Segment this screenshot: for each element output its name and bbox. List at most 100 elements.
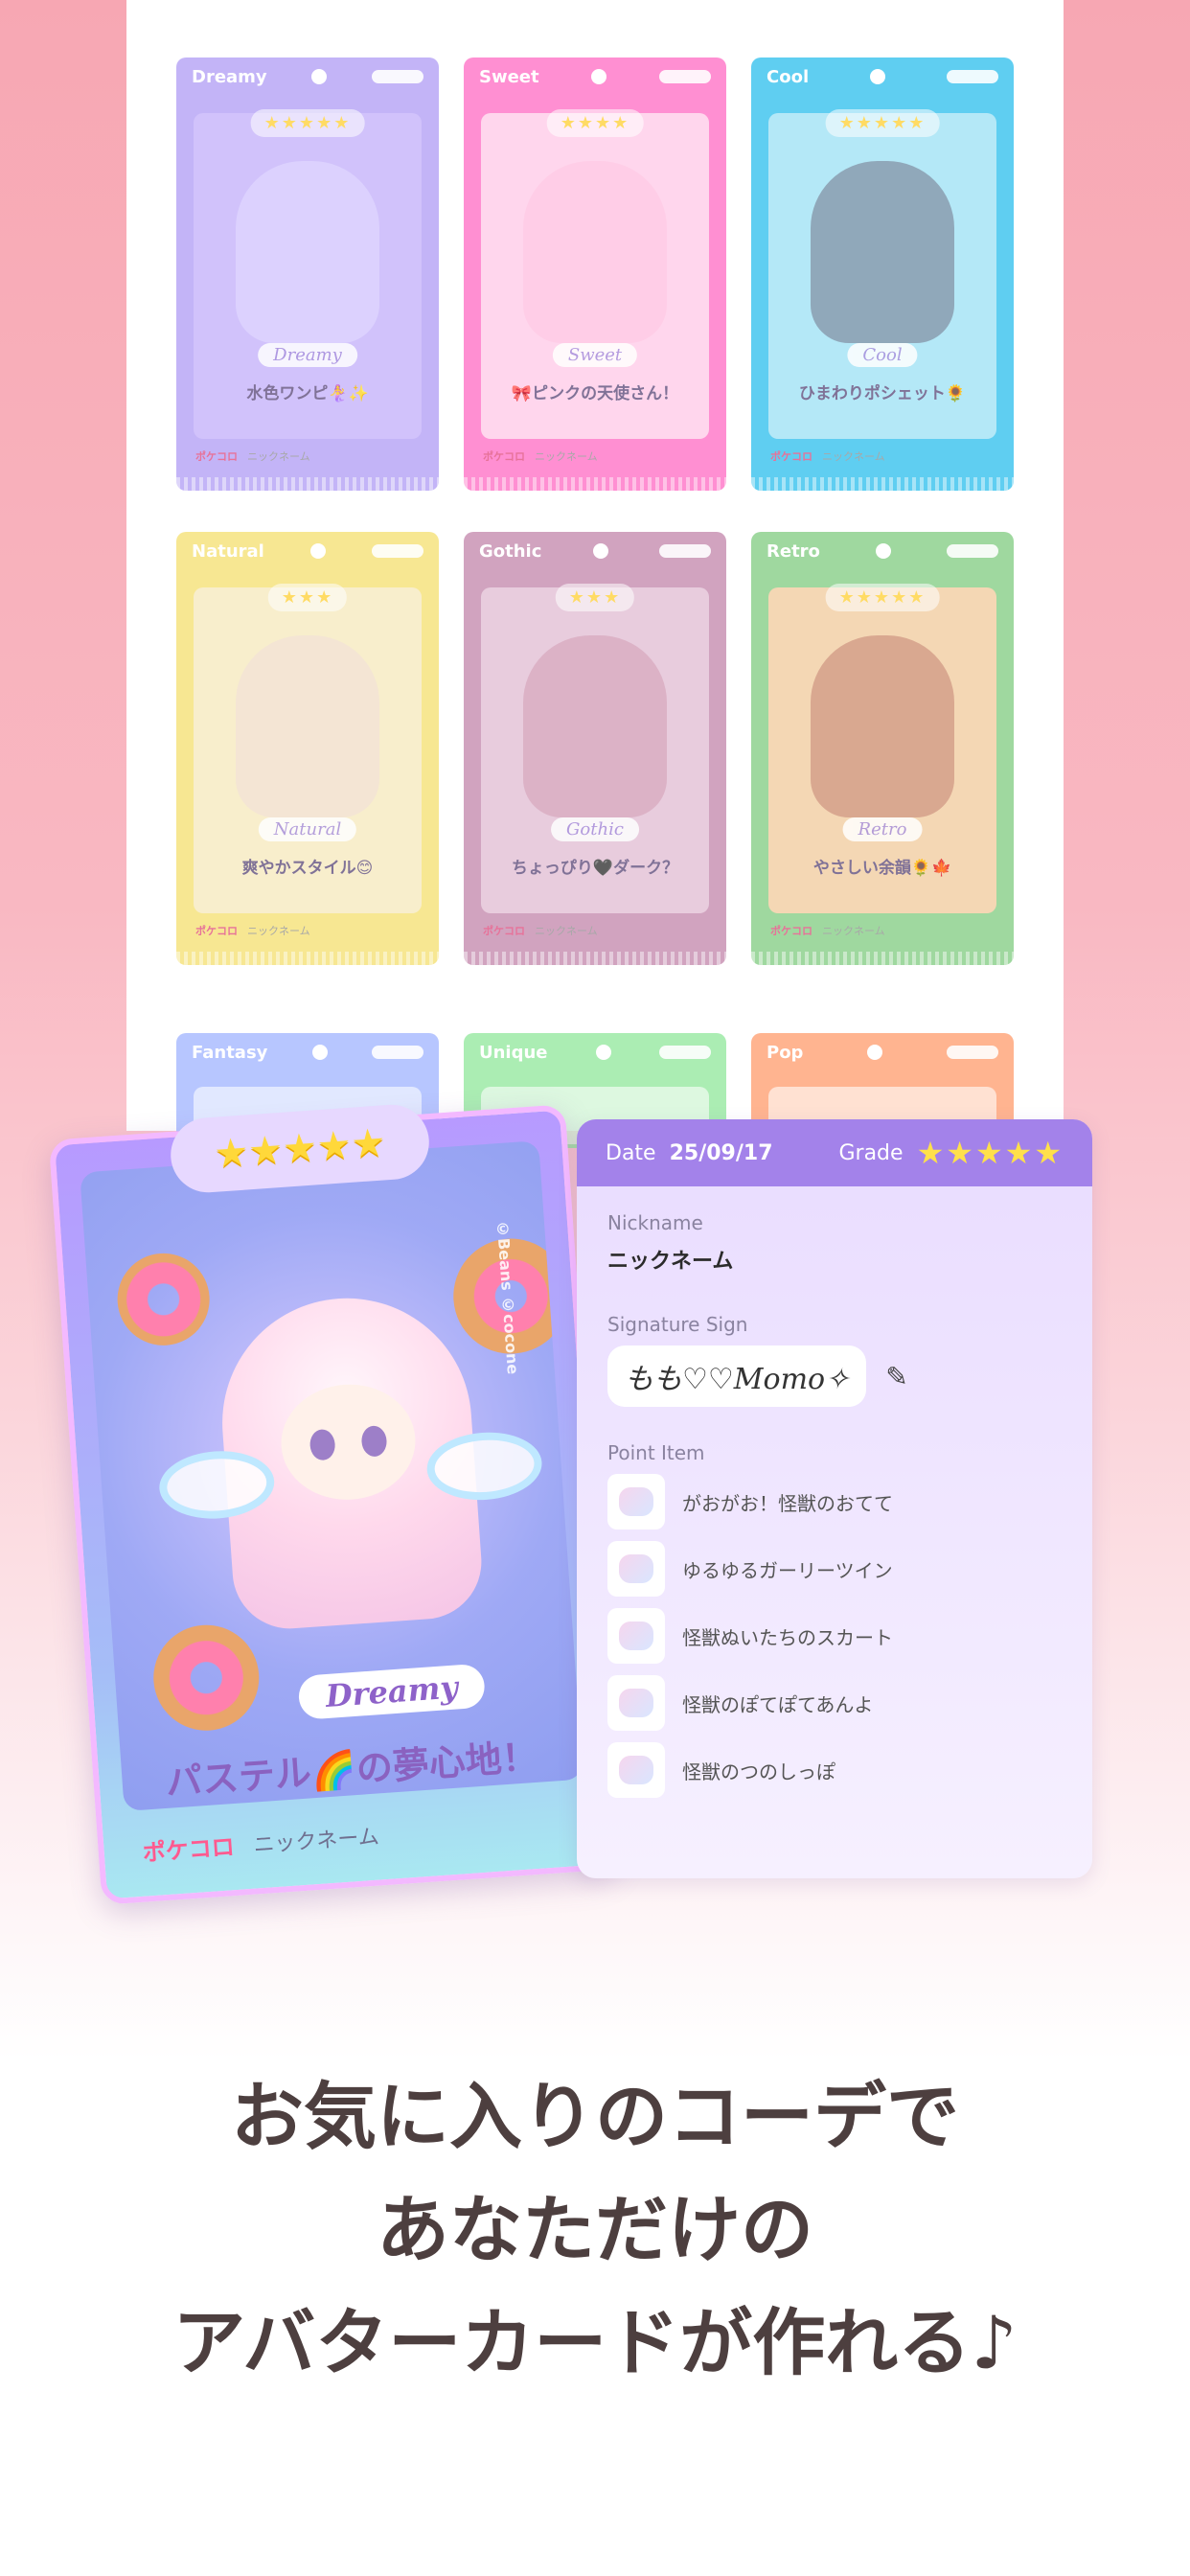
- card-body: ★★★★★ Dreamy 水色ワンピ🧜‍♀️✨: [194, 109, 422, 439]
- point-item[interactable]: ゆるゆるガーリーツイン: [607, 1541, 1062, 1597]
- card-nickname: ニックネーム: [822, 925, 885, 937]
- card-theme: Retro: [767, 540, 820, 562]
- avatar-card-retro[interactable]: Retro ★★★★★ Retro やさしい余韻🌻🍁 ポケコロ ニックネーム: [751, 532, 1014, 965]
- avatar-card-gothic[interactable]: Gothic ★★★ Gothic ちょっぴり🖤ダーク？ ポケコロ ニックネーム: [464, 532, 726, 965]
- card-stripe: [176, 952, 439, 965]
- donut-icon: [114, 1250, 213, 1349]
- promo-caption: お気に入りのコーデで あなただけの アバターカードが作れる♪: [0, 2060, 1190, 2400]
- card-theme: Gothic: [479, 540, 542, 562]
- featured-theme-label: Dreamy: [297, 1663, 487, 1720]
- card-footer: ポケコロ ニックネーム: [195, 923, 310, 938]
- item-name: 怪獣のつのしっぽ: [682, 1760, 835, 1783]
- card-hole: [591, 69, 607, 84]
- avatar-illustration: [811, 161, 954, 343]
- card-theme: Natural: [192, 540, 264, 562]
- theme-label: Dreamy: [258, 343, 357, 367]
- card-header: Dreamy: [176, 58, 439, 96]
- card-header: Retro: [751, 532, 1014, 570]
- cloud-icon: [658, 1046, 711, 1059]
- pokecolo-logo: ポケコロ: [483, 925, 525, 937]
- donut-icon: [149, 1621, 263, 1735]
- avatar-card-sweet[interactable]: Sweet ★★★★ Sweet 🎀ピンクの天使さん！ ポケコロ ニックネーム: [464, 58, 726, 491]
- card-header: Natural: [176, 532, 439, 570]
- item-name: 怪獣ぬいたちのスカート: [682, 1625, 893, 1649]
- card-stripe: [464, 477, 726, 491]
- pokecolo-logo: ポケコロ: [195, 925, 238, 937]
- card-nickname: ニックネーム: [535, 925, 598, 937]
- cloud-icon: [947, 70, 998, 83]
- item-thumbnail: [607, 1474, 665, 1530]
- cloud-icon: [371, 544, 423, 558]
- cloud-icon: [946, 544, 998, 558]
- avatar-card-dreamy[interactable]: Dreamy ★★★★★ Dreamy 水色ワンピ🧜‍♀️✨ ポケコロ ニックネ…: [176, 58, 439, 491]
- card-body: ★★★ Natural 爽やかスタイル😊: [194, 584, 422, 913]
- item-name: がおがお！怪獣のおてて: [682, 1491, 893, 1515]
- item-name: ゆるゆるガーリーツイン: [682, 1558, 893, 1582]
- card-hole: [875, 543, 891, 559]
- card-nickname: ニックネーム: [247, 450, 310, 463]
- card-header: Cool: [751, 58, 1014, 96]
- card-hole: [595, 1045, 611, 1060]
- pokecolo-logo: ポケコロ: [483, 450, 525, 463]
- card-stripe: [464, 952, 726, 965]
- featured-card-footer: ポケコロ ニックネーム: [141, 1818, 380, 1868]
- theme-label: Gothic: [551, 817, 639, 841]
- star-rating: ★★★★★: [250, 109, 365, 137]
- card-theme: Fantasy: [192, 1042, 268, 1063]
- grade-label: Grade: [838, 1140, 904, 1165]
- point-item[interactable]: がおがお！怪獣のおてて: [607, 1474, 1062, 1530]
- theme-label: Sweet: [552, 343, 638, 367]
- pokecolo-logo: ポケコロ: [770, 450, 812, 463]
- card-header: Unique: [464, 1033, 726, 1071]
- signature-label: Signature Sign: [607, 1313, 748, 1336]
- caption-line-2: あなただけの: [377, 2187, 813, 2272]
- point-item-label: Point Item: [607, 1441, 705, 1464]
- star-rating: ★★★★: [546, 109, 644, 137]
- card-stripe: [751, 477, 1014, 491]
- cloud-icon: [946, 1046, 998, 1059]
- avatar-illustration: [811, 635, 954, 817]
- cloud-icon: [371, 70, 423, 83]
- card-footer: ポケコロ ニックネーム: [195, 448, 310, 464]
- card-theme: Unique: [479, 1042, 548, 1063]
- card-hole: [311, 1045, 328, 1060]
- card-header: Fantasy: [176, 1033, 439, 1071]
- card-title: 🎀ピンクの天使さん！: [511, 384, 679, 403]
- card-theme: Pop: [767, 1042, 804, 1063]
- pen-edit-icon[interactable]: ✎: [885, 1361, 907, 1392]
- card-title: ちょっぴり🖤ダーク？: [511, 859, 679, 878]
- card-hole: [311, 69, 328, 84]
- card-nickname: ニックネーム: [535, 450, 598, 463]
- item-name: 怪獣のぽてぽてあんよ: [682, 1692, 874, 1716]
- card-theme: Cool: [767, 66, 810, 87]
- avatar-card-cool[interactable]: Cool ★★★★★ Cool ひまわりポシェット🌻 ポケコロ ニックネーム: [751, 58, 1014, 491]
- star-rating: ★★★★★: [825, 109, 940, 137]
- card-info-panel: Date 25/09/17 Grade ★★★★★ Nickname ニックネー…: [577, 1119, 1092, 1878]
- card-body: ★★★ Gothic ちょっぴり🖤ダーク？: [481, 584, 709, 913]
- card-hole: [309, 543, 326, 559]
- grade-stars: ★★★★★: [916, 1135, 1064, 1171]
- card-nickname: ニックネーム: [822, 450, 885, 463]
- avatar-card-natural[interactable]: Natural ★★★ Natural 爽やかスタイル😊 ポケコロ ニックネーム: [176, 532, 439, 965]
- nickname-value: ニックネーム: [607, 1250, 734, 1274]
- item-thumbnail: [607, 1742, 665, 1798]
- item-thumbnail: [607, 1675, 665, 1731]
- card-header: Gothic: [464, 532, 726, 570]
- featured-avatar-card[interactable]: Dreamy パステル🌈の夢心地！ ©Beans ©cocone ★★★★★ ポ…: [48, 1102, 619, 1905]
- card-title: 水色ワンピ🧜‍♀️✨: [246, 384, 369, 403]
- cloud-icon: [659, 544, 711, 558]
- point-item[interactable]: 怪獣のぽてぽてあんよ: [607, 1675, 1062, 1731]
- card-hole: [592, 543, 608, 559]
- star-rating: ★★★★★: [825, 584, 940, 611]
- nickname-label: Nickname: [607, 1211, 703, 1234]
- caption-line-1: お気に入りのコーデで: [231, 2074, 959, 2159]
- point-item[interactable]: 怪獣ぬいたちのスカート: [607, 1608, 1062, 1664]
- card-header: Sweet: [464, 58, 726, 96]
- card-collection-panel: Dreamy ★★★★★ Dreamy 水色ワンピ🧜‍♀️✨ ポケコロ ニックネ…: [126, 0, 1064, 1148]
- theme-label: Natural: [258, 817, 357, 841]
- featured-nickname: ニックネーム: [252, 1825, 380, 1858]
- card-body: ★★★★★ Retro やさしい余韻🌻🍁: [768, 584, 996, 913]
- card-title: ひまわりポシェット🌻: [798, 384, 967, 403]
- point-item[interactable]: 怪獣のつのしっぽ: [607, 1742, 1062, 1798]
- pokecolo-logo: ポケコロ: [141, 1833, 236, 1867]
